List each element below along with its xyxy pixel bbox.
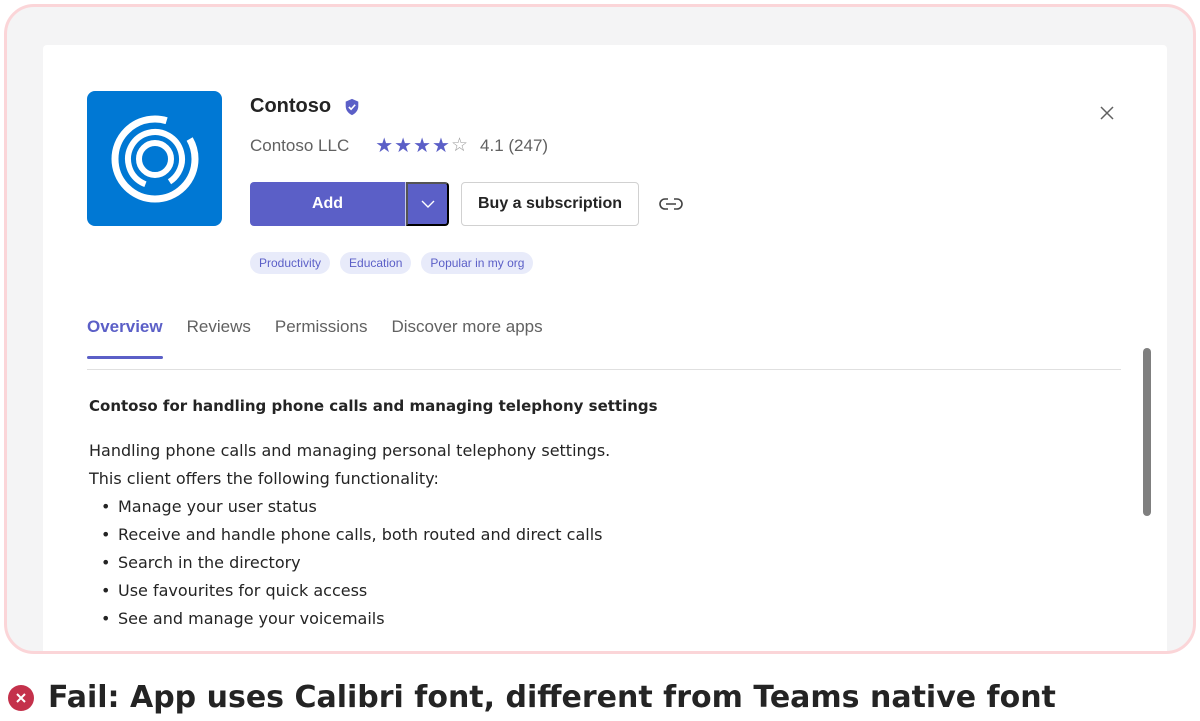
- rating-text: 4.1 (247): [480, 136, 549, 155]
- star-filled-icon: ★: [432, 135, 450, 157]
- tag[interactable]: Productivity: [250, 252, 331, 274]
- buy-subscription-button[interactable]: Buy a subscription: [461, 182, 640, 226]
- feature-item: Receive and handle phone calls, both rou…: [101, 521, 989, 549]
- app-title-row: Contoso: [250, 95, 361, 118]
- star-empty-icon: ☆: [450, 135, 469, 156]
- add-options-dropdown-button[interactable]: [406, 182, 449, 226]
- tag[interactable]: Popular in my org: [421, 252, 534, 274]
- tab-overview[interactable]: Overview: [87, 317, 163, 359]
- feature-item: See and manage your voicemails: [101, 605, 989, 633]
- category-tags: Productivity Education Popular in my org: [250, 252, 534, 274]
- star-filled-icon: ★: [413, 135, 432, 157]
- contoso-logo-icon: [111, 115, 198, 202]
- tab-bar: Overview Reviews Permissions Discover mo…: [87, 317, 543, 359]
- app-description: Contoso for handling phone calls and man…: [89, 397, 989, 633]
- action-buttons: Add Buy a subscription: [250, 182, 683, 226]
- description-line: Handling phone calls and managing person…: [89, 441, 611, 460]
- description-heading: Contoso for handling phone calls and man…: [89, 397, 658, 415]
- star-filled-icon: ★: [375, 135, 394, 157]
- app-name: Contoso: [250, 95, 332, 117]
- tab-divider: [87, 369, 1121, 370]
- tab-reviews[interactable]: Reviews: [187, 317, 251, 357]
- copy-link-button[interactable]: [659, 192, 683, 216]
- feature-item: Search in the directory: [101, 549, 989, 577]
- app-logo: [87, 91, 222, 226]
- publisher-rating-row: Contoso LLC ★ ★ ★ ★ ☆ 4.1 (247): [250, 135, 549, 157]
- screenshot-frame: Contoso Contoso LLC ★ ★ ★ ★ ☆ 4.1 (247) Add …: [4, 4, 1196, 654]
- feature-list: Manage your user status Receive and hand…: [101, 493, 989, 633]
- feature-item: Use favourites for quick access: [101, 577, 989, 605]
- description-line: This client offers the following functio…: [89, 469, 439, 488]
- feature-item: Manage your user status: [101, 493, 989, 521]
- close-icon: [1100, 106, 1114, 120]
- scrollbar-thumb[interactable]: [1143, 348, 1151, 516]
- close-button[interactable]: [1097, 103, 1117, 123]
- caption-text: Fail: App uses Calibri font, different f…: [48, 680, 1056, 715]
- evaluation-caption: Fail: App uses Calibri font, different f…: [8, 680, 1056, 715]
- tag[interactable]: Education: [340, 252, 412, 274]
- chevron-down-icon: [421, 200, 434, 208]
- star-rating: ★ ★ ★ ★ ☆: [375, 135, 469, 157]
- fail-icon: [8, 684, 34, 711]
- add-button[interactable]: Add: [250, 182, 405, 226]
- tab-discover-more-apps[interactable]: Discover more apps: [391, 317, 542, 357]
- link-icon: [659, 198, 683, 210]
- app-details-dialog: Contoso Contoso LLC ★ ★ ★ ★ ☆ 4.1 (247) Add …: [43, 45, 1167, 651]
- verified-shield-icon: [345, 98, 359, 115]
- publisher-name: Contoso LLC: [250, 136, 350, 155]
- tab-permissions[interactable]: Permissions: [275, 317, 368, 357]
- star-filled-icon: ★: [394, 135, 413, 157]
